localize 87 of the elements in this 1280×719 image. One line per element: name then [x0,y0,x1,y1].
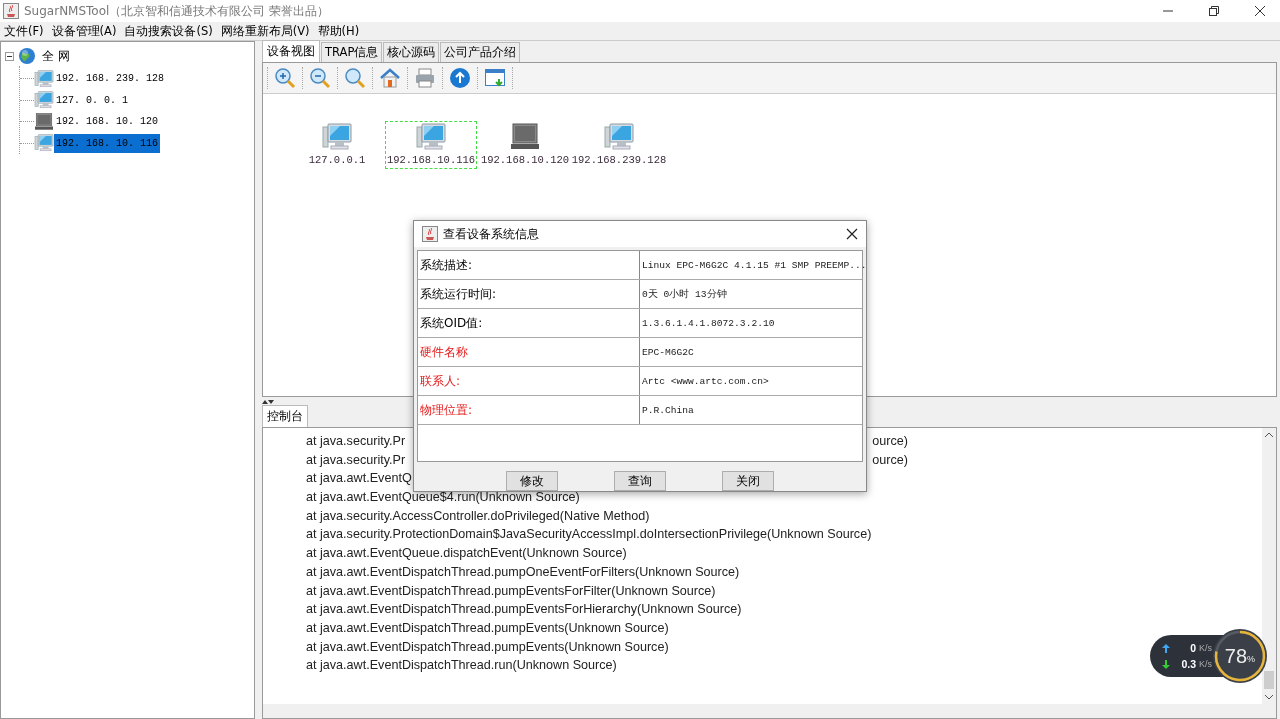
monitor-icon [34,112,54,131]
tree-item[interactable]: 全 网 [40,46,72,66]
home-icon[interactable] [379,67,401,89]
console-line: at java.security.AccessController.doPrivileged(Native Method) [306,508,650,523]
field-label: 物理位置: [418,396,640,424]
console-line: at java.awt.EventDispatchThread.pumpEvents(Unknown Source) [306,639,669,654]
horizontal-scrollbar[interactable] [263,704,1276,718]
monitor-icon [510,123,540,151]
field-label: 硬件名称 [418,338,640,366]
dialog-button[interactable]: 关闭 [722,471,774,491]
tab[interactable]: 公司产品介绍 [440,42,521,62]
menu-item[interactable]: 自动搜索设备(S) [124,23,213,39]
splitter-arrows-icon[interactable] [262,398,274,405]
scroll-down-icon[interactable] [1264,693,1274,701]
app-icon [3,3,19,19]
field-value: 0天 0小时 13分钟 [641,287,728,302]
computer-icon [322,123,352,151]
percent-sign: % [1247,654,1256,664]
field-value: EPC-M6G2C [641,345,695,360]
search-icon[interactable] [344,67,366,89]
speed-value: 0 [1190,642,1196,654]
device-node[interactable]: 127.0.0.1 [291,121,383,169]
console-line: at java.awt.EventDispatchThread.pumpEventsForFilter(Unknown Source) [306,583,716,598]
device-node[interactable]: 192.168.10.120 [479,121,571,169]
computer-icon [34,69,54,88]
field-value: Artc <www.artc.com.cn> [641,374,770,389]
printer-icon[interactable] [414,67,436,89]
console-line: ource) [872,433,908,450]
restore-icon[interactable] [1208,5,1220,17]
field-value: 1.3.6.1.4.1.8072.3.2.10 [641,316,776,331]
console-line: ource) [872,451,908,469]
tab[interactable]: 设备视图 [262,40,320,62]
field-value: Linux EPC-M6G2C 4.1.15 #1 SMP PREEMP... [641,258,867,273]
console-line: at java.security.Pr [306,451,406,469]
menu-item[interactable]: 设备管理(A) [51,23,117,39]
scrollbar-thumb[interactable] [1264,671,1274,689]
computer-icon [34,91,54,110]
console-line: at java.security.Pr [306,433,406,450]
console-line: at java.security.ProtectionDomain$JavaSecurityAccessImpl.doIntersectionPrivilege(Unknown Source) [306,527,872,542]
console-line: at java.awt.EventDispatchThread.pumpEventsForHierarchy(Unknown Source) [306,602,742,617]
field-label: 系统描述: [418,251,640,279]
tree-item[interactable]: 192. 168. 10. 116 [54,133,161,153]
field-label: 联系人: [418,367,640,395]
close-icon[interactable] [1254,5,1266,17]
console-line: at java.awt.EventQueue.dispatchEvent(Unknown Source) [306,546,627,561]
computer-icon [34,134,54,153]
dialog-title: 查看设备系统信息 [443,225,539,243]
tree-item[interactable]: 192. 168. 239. 128 [54,72,167,86]
zoom-in-icon[interactable] [274,67,296,89]
globe-icon [18,47,36,65]
tab[interactable]: TRAP信息 [321,42,383,62]
vertical-scrollbar[interactable] [1262,428,1276,704]
dialog-button[interactable]: 查询 [614,471,666,491]
speed-value: 0.3 [1181,658,1196,670]
scroll-up-icon[interactable] [1264,431,1274,439]
upload-arrow-icon [1162,643,1170,653]
tree-item[interactable]: 127. 0. 0. 1 [54,93,130,107]
field-label: 系统运行时间: [418,280,640,308]
close-icon[interactable] [846,228,858,240]
console-line: at java.awt.EventDispatchThread.pumpOneEventForFilters(Unknown Source) [306,564,740,579]
console-line: at java.awt.EventDispatchThread.run(Unknown Source) [306,658,617,673]
menu-item[interactable]: 帮助(H) [317,23,360,39]
window-title: SugarNMSTool（北京智和信通技术有限公司 荣誉出品） [24,2,330,20]
device-node[interactable]: 192.168.239.128 [573,121,665,169]
console-line: at java.awt.EventQ [306,471,412,486]
menu-item[interactable]: 文件(F) [4,23,44,39]
app-icon [422,226,438,242]
window-download-icon[interactable] [484,67,506,89]
speed-unit: K/s [1199,659,1213,669]
console-line: at java.awt.EventDispatchThread.pumpEvents(Unknown Source) [306,620,669,635]
speed-unit: K/s [1199,643,1213,653]
computer-icon [604,123,634,151]
zoom-out-icon[interactable] [309,67,331,89]
field-value: P.R.China [641,403,695,418]
console-line: at java.awt.EventQueue$4.run(Unknown Source) [306,490,580,505]
usage-gauge [1212,628,1268,684]
percent-value: 78 [1224,644,1248,668]
tree-item[interactable]: 192. 168. 10. 120 [54,115,161,129]
field-label: 系统OID值: [418,309,640,337]
tab[interactable]: 核心源码 [383,42,440,62]
collapse-icon[interactable] [5,51,14,61]
device-node[interactable]: 192.168.10.116 [385,121,477,169]
download-arrow-icon [1162,659,1170,669]
menu-item[interactable]: 网络重新布局(V) [220,23,310,39]
tab[interactable]: 控制台 [262,405,308,427]
computer-icon [416,123,446,151]
dialog-button[interactable]: 修改 [506,471,558,491]
